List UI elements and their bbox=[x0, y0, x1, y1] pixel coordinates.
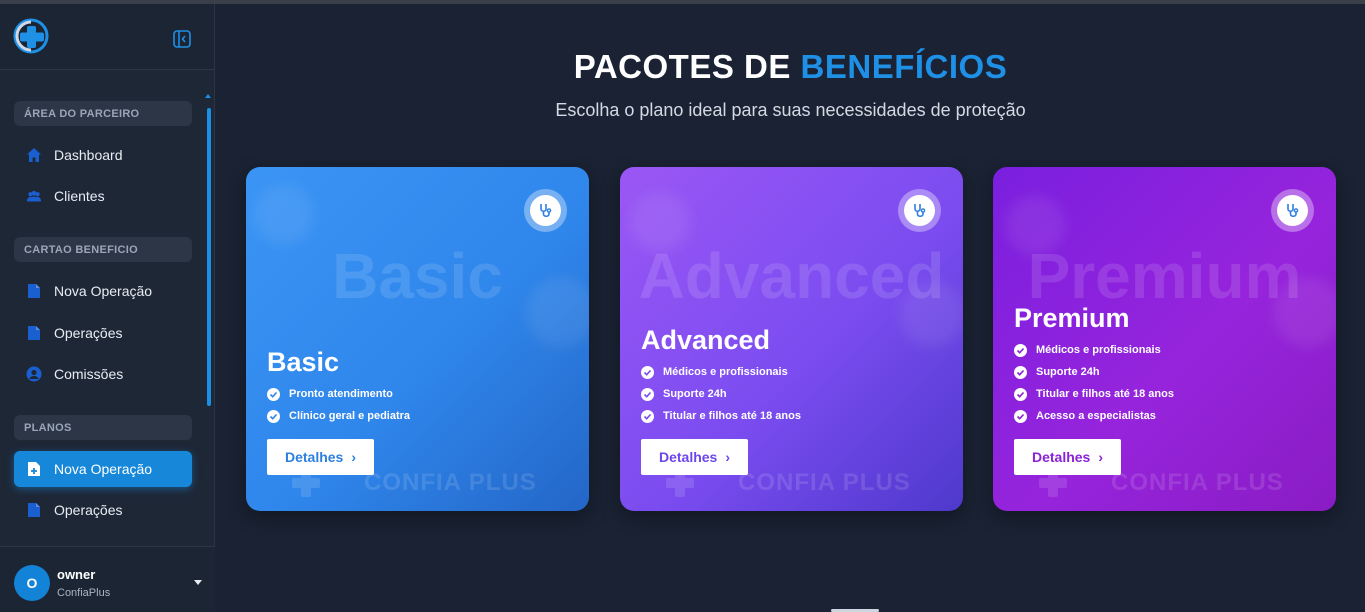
chevron-right-icon: › bbox=[725, 449, 731, 465]
check-icon bbox=[267, 409, 280, 423]
brand-watermark-text: CONFIA PLUS bbox=[364, 469, 537, 496]
sidebar-item-operacoes[interactable]: Operações bbox=[14, 315, 192, 351]
sidebar-item-label: Operações bbox=[54, 325, 123, 341]
stethoscope-icon bbox=[898, 189, 941, 232]
sidebar-item-dashboard[interactable]: Dashboard bbox=[14, 137, 192, 173]
page-title: PACOTES DE BENEFÍCIOS bbox=[216, 48, 1365, 86]
section-label-cartao-beneficio: CARTAO BENEFICIO bbox=[14, 237, 192, 262]
plan-name: Basic bbox=[267, 347, 340, 377]
sidebar-nav: ÁREA DO PARCEIRO Dashboard Clientes CART… bbox=[0, 71, 215, 547]
feature-list: Médicos e profissionais Suporte 24h Titu… bbox=[641, 361, 801, 427]
page-title-highlight: BENEFÍCIOS bbox=[800, 48, 1008, 85]
sidebar-item-label: Dashboard bbox=[54, 147, 123, 163]
chevron-right-icon: › bbox=[351, 449, 357, 465]
feature-text: Titular e filhos até 18 anos bbox=[1036, 388, 1174, 400]
sidebar-item-label: Clientes bbox=[54, 188, 105, 204]
sidebar-collapse-icon[interactable] bbox=[172, 29, 192, 49]
check-icon bbox=[641, 409, 654, 423]
sidebar-item-planos-nova-operacao[interactable]: Nova Operação bbox=[14, 451, 192, 487]
chevron-down-icon[interactable] bbox=[194, 580, 202, 585]
card-background-word: Advanced bbox=[638, 240, 945, 312]
stethoscope-icon bbox=[1271, 189, 1314, 232]
feature-item: Médicos e profissionais bbox=[641, 361, 801, 383]
chevron-right-icon: › bbox=[1098, 449, 1104, 465]
sidebar-item-label: Comissões bbox=[54, 366, 124, 382]
feature-list: Médicos e profissionais Suporte 24h Titu… bbox=[1014, 339, 1174, 427]
document-add-icon bbox=[26, 461, 42, 477]
document-icon bbox=[26, 283, 42, 299]
main-content: PACOTES DE BENEFÍCIOS Escolha o plano id… bbox=[216, 4, 1365, 612]
document-icon bbox=[26, 502, 42, 518]
decorative-blob bbox=[254, 185, 314, 245]
feature-item: Clínico geral e pediatra bbox=[267, 405, 410, 427]
feature-text: Titular e filhos até 18 anos bbox=[663, 410, 801, 422]
plan-card-basic[interactable]: Basic Basic Pronto atendimento Clínico g… bbox=[246, 167, 589, 511]
section-label-planos: PLANOS bbox=[14, 415, 192, 440]
sidebar-item-label: Nova Operação bbox=[54, 283, 153, 299]
brand-watermark-text: CONFIA PLUS bbox=[1111, 469, 1284, 496]
user-menu[interactable]: O owner ConfiaPlus bbox=[0, 546, 215, 612]
sidebar-item-planos-operacoes[interactable]: Operações bbox=[14, 492, 192, 528]
card-background-word: Basic bbox=[332, 240, 503, 312]
brand-watermark-text: CONFIA PLUS bbox=[738, 469, 911, 496]
plan-card-premium[interactable]: Premium Premium Médicos e profissionais … bbox=[993, 167, 1336, 511]
plan-name: Advanced bbox=[641, 325, 771, 355]
plan-name: Premium bbox=[1014, 303, 1130, 333]
feature-item: Titular e filhos até 18 anos bbox=[1014, 383, 1174, 405]
feature-item: Acesso a especialistas bbox=[1014, 405, 1174, 427]
details-button[interactable]: Detalhes › bbox=[267, 439, 374, 475]
check-icon bbox=[641, 365, 654, 379]
check-icon bbox=[1014, 409, 1027, 423]
feature-text: Suporte 24h bbox=[663, 388, 727, 400]
home-icon bbox=[26, 147, 42, 163]
sidebar-item-comissoes[interactable]: Comissões bbox=[14, 356, 192, 392]
sidebar: ÁREA DO PARCEIRO Dashboard Clientes CART… bbox=[0, 4, 215, 612]
section-label-area-parceiro: ÁREA DO PARCEIRO bbox=[14, 101, 192, 126]
avatar[interactable]: O bbox=[14, 565, 50, 601]
plan-card-advanced[interactable]: Advanced Advanced Médicos e profissionai… bbox=[620, 167, 963, 511]
users-icon bbox=[26, 188, 42, 204]
feature-text: Médicos e profissionais bbox=[1036, 344, 1161, 356]
card-background-word: Premium bbox=[1027, 240, 1302, 312]
feature-list: Pronto atendimento Clínico geral e pedia… bbox=[267, 383, 410, 427]
sidebar-item-nova-operacao[interactable]: Nova Operação bbox=[14, 273, 192, 309]
feature-text: Clínico geral e pediatra bbox=[289, 410, 411, 422]
details-button-label: Detalhes bbox=[658, 449, 718, 465]
page-subtitle: Escolha o plano ideal para suas necessid… bbox=[555, 100, 1026, 120]
document-icon bbox=[26, 325, 42, 341]
sidebar-item-clientes[interactable]: Clientes bbox=[14, 178, 192, 214]
feature-text: Pronto atendimento bbox=[289, 388, 393, 400]
details-button-label: Detalhes bbox=[284, 449, 344, 465]
user-circle-icon bbox=[26, 366, 42, 382]
stethoscope-icon bbox=[524, 189, 567, 232]
check-icon bbox=[1014, 365, 1027, 379]
feature-item: Suporte 24h bbox=[641, 383, 801, 405]
details-button[interactable]: Detalhes › bbox=[1014, 439, 1121, 475]
page-title-part1: PACOTES DE bbox=[573, 48, 791, 85]
feature-item: Titular e filhos até 18 anos bbox=[641, 405, 801, 427]
feature-text: Acesso a especialistas bbox=[1036, 410, 1156, 422]
user-name: owner bbox=[57, 567, 96, 582]
sidebar-item-label: Nova Operação bbox=[54, 461, 153, 477]
check-icon bbox=[641, 387, 654, 401]
sidebar-header bbox=[0, 4, 214, 70]
check-icon bbox=[1014, 387, 1027, 401]
user-organization: ConfiaPlus bbox=[57, 587, 111, 599]
details-button-label: Detalhes bbox=[1031, 449, 1091, 465]
check-icon bbox=[1014, 343, 1027, 357]
confiaplus-logo[interactable] bbox=[13, 18, 49, 54]
check-icon bbox=[267, 387, 280, 401]
details-button[interactable]: Detalhes › bbox=[641, 439, 748, 475]
feature-text: Médicos e profissionais bbox=[663, 366, 788, 378]
feature-item: Médicos e profissionais bbox=[1014, 339, 1174, 361]
feature-item: Pronto atendimento bbox=[267, 383, 410, 405]
feature-text: Suporte 24h bbox=[1036, 366, 1100, 378]
sidebar-item-label: Operações bbox=[54, 502, 123, 518]
feature-item: Suporte 24h bbox=[1014, 361, 1174, 383]
